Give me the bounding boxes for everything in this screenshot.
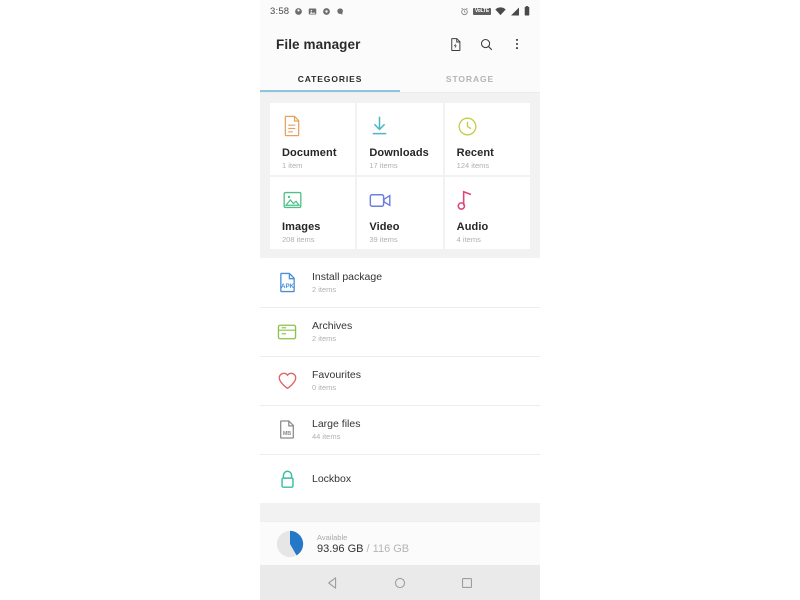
app-bar: File manager (260, 22, 540, 66)
nav-recents-icon[interactable] (456, 572, 478, 594)
search-app-icon (336, 7, 345, 16)
list-item-text: Archives 2 items (312, 320, 352, 343)
clock-icon (457, 114, 520, 138)
tab-storage[interactable]: STORAGE (400, 66, 540, 92)
audio-icon (457, 188, 520, 212)
category-card-recent[interactable]: Recent 124 items (444, 103, 530, 175)
svg-text:MB: MB (283, 431, 291, 437)
category-count: 208 items (282, 235, 315, 244)
location-icon (294, 7, 303, 16)
nav-home-icon[interactable] (389, 572, 411, 594)
phone-screen: 3:58 VoLTE File manager CATEGORIES STORA… (260, 0, 540, 600)
document-icon (282, 114, 345, 138)
list-item-favourites[interactable]: Favourites 0 items (260, 356, 540, 405)
tab-bar: CATEGORIES STORAGE (260, 66, 540, 92)
category-title: Document (282, 147, 337, 159)
list-item-text: Install package 2 items (312, 271, 382, 294)
system-nav-bar (260, 565, 540, 600)
category-title: Audio (456, 221, 489, 233)
overflow-menu-icon[interactable] (508, 35, 526, 53)
download-icon (369, 114, 432, 138)
nav-back-icon[interactable] (322, 572, 344, 594)
archive-icon (276, 321, 298, 343)
storage-values: 93.96 GB / 116 GB (317, 543, 409, 555)
alarm-icon (460, 7, 469, 16)
apk-icon: APK (276, 272, 298, 294)
list-item-count: 2 items (312, 285, 337, 294)
category-title: Video (369, 221, 400, 233)
list-item-count: 44 items (312, 432, 341, 441)
screenshot-canvas: 3:58 VoLTE File manager CATEGORIES STORA… (0, 0, 800, 600)
category-title: Recent (456, 147, 494, 159)
category-card-downloads[interactable]: Downloads 17 items (357, 103, 443, 175)
svg-text:APK: APK (281, 283, 295, 290)
tab-categories[interactable]: CATEGORIES (260, 66, 400, 92)
list-item-title: Favourites (312, 369, 362, 381)
content-area: Document 1 item Downloads 17 items Recen… (260, 93, 540, 579)
signal-icon (510, 7, 520, 16)
list-item-title: Archives (312, 320, 353, 332)
category-count: 39 items (369, 235, 398, 244)
list-item-text: Lockbox (312, 473, 351, 485)
status-time: 3:58 (270, 5, 290, 17)
large-file-icon: MB (276, 419, 298, 441)
list-item-title: Lockbox (312, 472, 352, 485)
wifi-icon (495, 6, 506, 16)
category-title: Images (282, 221, 321, 233)
list-item-text: Favourites 0 items (312, 369, 361, 392)
category-count: 124 items (456, 161, 490, 170)
list-item-lockbox[interactable]: Lockbox (260, 454, 540, 503)
category-count: 1 item (282, 161, 303, 170)
list-item-title: Install package (312, 271, 383, 283)
photo-icon (308, 7, 317, 16)
list-item-text: Large files 44 items (312, 418, 360, 441)
list-item-count: 0 items (312, 383, 337, 392)
category-title: Downloads (369, 147, 429, 159)
category-count: 17 items (369, 161, 398, 170)
status-bar-right: VoLTE (460, 6, 530, 16)
status-bar-left: 3:58 (270, 6, 460, 17)
page-title: File manager (276, 36, 361, 52)
storage-text: Available 93.96 GB / 116 GB (317, 533, 409, 555)
storage-available-value: 93.96 GB (317, 542, 364, 555)
image-icon (282, 188, 345, 212)
category-grid-row-1: Document 1 item Downloads 17 items Recen… (260, 93, 540, 175)
list-item-archives[interactable]: Archives 2 items (260, 307, 540, 356)
settings-icon (322, 7, 331, 16)
storage-available-label: Available (317, 532, 348, 542)
app-bar-actions (446, 35, 526, 53)
search-icon[interactable] (477, 35, 495, 53)
lock-icon (276, 468, 298, 490)
storage-summary-bar[interactable]: Available 93.96 GB / 116 GB (260, 521, 540, 565)
list-item-install-package[interactable]: APK Install package 2 items (260, 258, 540, 307)
heart-icon (276, 370, 298, 392)
category-grid-row-2: Images 208 items Video 39 items Audio 4 … (260, 175, 540, 249)
new-file-icon[interactable] (446, 35, 464, 53)
category-card-video[interactable]: Video 39 items (357, 177, 443, 249)
status-bar: 3:58 VoLTE (260, 0, 540, 22)
list-item-large-files[interactable]: MB Large files 44 items (260, 405, 540, 454)
storage-separator: / (363, 542, 373, 555)
video-icon (369, 188, 432, 212)
list-item-title: Large files (312, 418, 361, 430)
category-card-audio[interactable]: Audio 4 items (444, 177, 530, 249)
storage-pie-chart (276, 530, 304, 558)
category-card-document[interactable]: Document 1 item (270, 103, 356, 175)
battery-icon (524, 6, 530, 16)
storage-total-value: 116 GB (372, 542, 410, 555)
category-list: APK Install package 2 items Archives 2 i… (260, 258, 540, 503)
list-item-count: 2 items (312, 334, 337, 343)
category-card-images[interactable]: Images 208 items (270, 177, 356, 249)
category-count: 4 items (456, 235, 481, 244)
volte-icon: VoLTE (472, 7, 491, 15)
tab-active-indicator (260, 90, 400, 92)
